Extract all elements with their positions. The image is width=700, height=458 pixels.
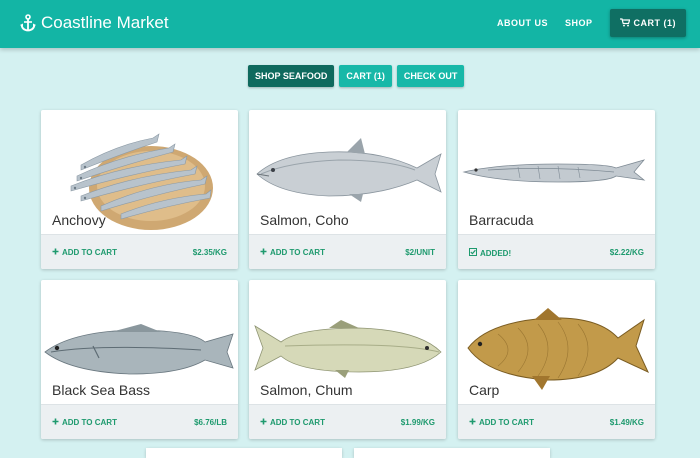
add-to-cart-button[interactable]: ADD TO CART <box>469 418 534 427</box>
plus-icon <box>52 248 59 257</box>
add-to-cart-label: ADD TO CART <box>479 418 534 427</box>
product-card: Carp ADD TO CART $1.49/KG <box>458 280 655 439</box>
product-footer: ADD TO CART $6.76/LB <box>41 404 238 439</box>
product-price: $2.22/KG <box>609 248 644 257</box>
product-name: Carp <box>469 382 500 398</box>
product-footer: ADD TO CART $1.49/KG <box>458 404 655 439</box>
nav-cart-label: CART (1) <box>633 18 676 28</box>
brand-name: Coastline Market <box>41 13 169 32</box>
add-to-cart-button[interactable]: ADD TO CART <box>260 248 325 257</box>
product-card: Black Sea Bass ADD TO CART $6.76/LB <box>41 280 238 439</box>
check-icon <box>469 248 477 258</box>
plus-icon <box>260 418 267 427</box>
product-name: Barracuda <box>469 212 534 228</box>
product-card: Anchovy ADD TO CART $2.35/KG <box>41 110 238 269</box>
product-price: $1.49/KG <box>609 418 644 427</box>
add-to-cart-label: ADD TO CART <box>62 418 117 427</box>
product-card: Barracuda ADDED! $2.22/KG <box>458 110 655 269</box>
product-price: $6.76/LB <box>194 418 227 427</box>
add-to-cart-label: ADD TO CART <box>62 248 117 257</box>
product-footer: ADD TO CART $2.35/KG <box>41 234 238 269</box>
brand-link[interactable]: Coastline Market <box>20 11 169 35</box>
add-to-cart-button[interactable]: ADD TO CART <box>52 248 117 257</box>
product-card: Salmon, Chum ADD TO CART $1.99/KG <box>249 280 446 439</box>
plus-icon <box>469 418 476 427</box>
nav-shop[interactable]: SHOP <box>565 9 593 37</box>
product-price: $2.35/KG <box>192 248 227 257</box>
product-card-partial <box>146 448 342 458</box>
product-footer: ADD TO CART $1.99/KG <box>249 404 446 439</box>
add-to-cart-label: ADD TO CART <box>270 248 325 257</box>
add-to-cart-button[interactable]: ADD TO CART <box>260 418 325 427</box>
cart-icon <box>619 17 630 29</box>
product-name: Black Sea Bass <box>52 382 151 398</box>
product-name: Salmon, Chum <box>260 382 353 398</box>
check-out-button[interactable]: CHECK OUT <box>396 65 465 87</box>
shop-seafood-button[interactable]: SHOP SEAFOOD <box>248 65 335 87</box>
product-footer: ADDED! $2.22/KG <box>458 234 655 269</box>
added-status[interactable]: ADDED! <box>469 248 511 258</box>
product-price: $2/UNIT <box>405 248 435 257</box>
cart-button[interactable]: CART (1) <box>339 65 392 87</box>
plus-icon <box>260 248 267 257</box>
product-footer: ADD TO CART $2/UNIT <box>249 234 446 269</box>
product-name: Anchovy <box>52 212 106 228</box>
nav-about-us[interactable]: ABOUT US <box>497 9 548 37</box>
added-label: ADDED! <box>480 248 512 258</box>
product-name: Salmon, Coho <box>260 212 349 228</box>
product-card-partial <box>354 448 550 458</box>
product-card: Salmon, Coho ADD TO CART $2/UNIT <box>249 110 446 269</box>
nav-cart-button[interactable]: CART (1) <box>609 9 686 37</box>
add-to-cart-button[interactable]: ADD TO CART <box>52 418 117 427</box>
plus-icon <box>52 418 59 427</box>
action-buttons: SHOP SEAFOOD CART (1) CHECK OUT <box>248 65 465 87</box>
anchor-icon <box>20 14 36 32</box>
top-navbar: Coastline Market ABOUT US SHOP CART (1) <box>0 0 700 48</box>
product-price: $1.99/KG <box>400 418 435 427</box>
add-to-cart-label: ADD TO CART <box>270 418 325 427</box>
